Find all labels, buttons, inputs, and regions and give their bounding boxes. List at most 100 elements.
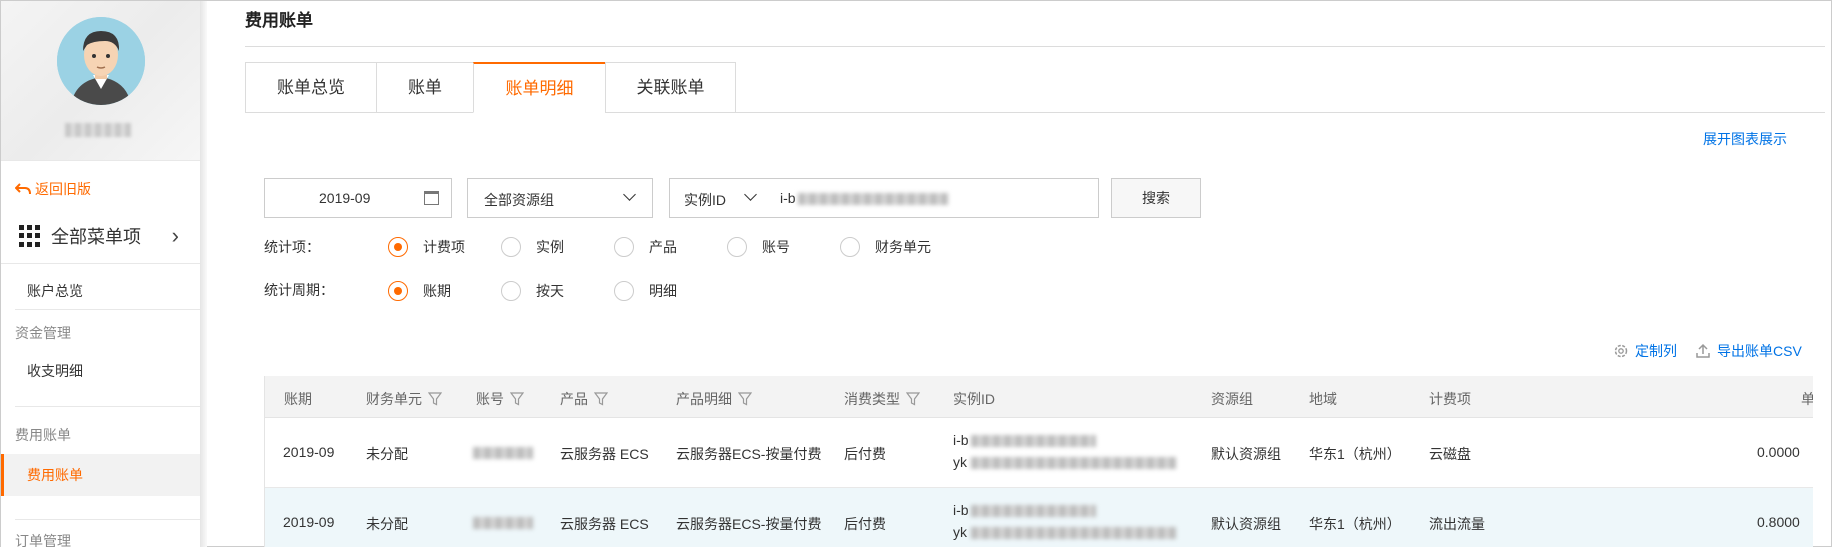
column-header-unit-price[interactable]: 单 <box>1801 389 1813 409</box>
filter-funnel-icon[interactable] <box>738 392 752 406</box>
cell-unit-price: 0.8000 <box>1757 514 1800 530</box>
radio-period-daily[interactable]: 按天 <box>501 281 564 301</box>
resource-group-value: 全部资源组 <box>484 192 554 208</box>
radio-circle <box>840 237 860 257</box>
tab-bill-overview[interactable]: 账单总览 <box>245 62 376 113</box>
export-csv-label: 导出账单CSV <box>1717 343 1802 359</box>
chevron-down-icon <box>744 188 757 201</box>
radio-label: 产品 <box>649 239 677 255</box>
radio-circle <box>501 281 521 301</box>
sidebar-item-billing[interactable]: 费用账单 <box>1 454 200 496</box>
cell-instance-name-redacted <box>971 527 1176 539</box>
stat-period-label: 统计周期： <box>264 282 334 298</box>
cell-period: 2019-09 <box>283 514 335 530</box>
radio-circle <box>614 237 634 257</box>
instance-field-select-label[interactable]: 实例ID <box>684 190 726 210</box>
gear-icon <box>1614 344 1628 358</box>
calendar-icon <box>424 191 439 205</box>
column-header-product[interactable]: 产品 <box>560 389 608 409</box>
table-row[interactable]: 2019-09 未分配 云服务器 ECS 云服务器ECS-按量付费 后付费 i-… <box>265 488 1813 547</box>
main-content: 费用账单 账单总览 账单 账单明细 关联账单 展开图表展示 2019-09 全部… <box>207 1 1832 547</box>
cell-instance-id-line1: i-b <box>953 432 969 448</box>
radio-finance-unit[interactable]: 财务单元 <box>840 237 931 257</box>
radio-circle <box>388 237 408 257</box>
upload-icon <box>1696 343 1710 358</box>
instance-id-search[interactable]: 实例ID i-b <box>669 178 1099 218</box>
filter-funnel-icon[interactable] <box>906 392 920 406</box>
radio-label: 计费项 <box>423 239 465 255</box>
radio-period-billing-cycle[interactable]: 账期 <box>388 281 451 301</box>
back-to-old-version-link[interactable]: 返回旧版 <box>15 179 91 199</box>
column-header-region[interactable]: 地域 <box>1309 389 1337 409</box>
cell-instance-id-redacted <box>971 505 1096 517</box>
radio-period-detail[interactable]: 明细 <box>614 281 677 301</box>
tab-bar: 账单总览 账单 账单明细 关联账单 <box>245 62 736 113</box>
cell-instance-id-redacted <box>971 435 1096 447</box>
grid-menu-icon <box>19 225 41 247</box>
filter-funnel-icon[interactable] <box>594 392 608 406</box>
tabs-baseline <box>736 112 1825 113</box>
all-menu-label: 全部菜单项 <box>51 227 141 247</box>
customize-columns-label: 定制列 <box>1635 343 1677 359</box>
column-header-product-detail[interactable]: 产品明细 <box>676 389 752 409</box>
radio-circle <box>727 237 747 257</box>
radio-label: 明细 <box>649 283 677 299</box>
undo-arrow-icon <box>15 183 31 195</box>
column-header-resource-group[interactable]: 资源组 <box>1211 389 1253 409</box>
stat-items-label: 统计项： <box>264 239 320 255</box>
tab-bill[interactable]: 账单 <box>376 62 473 113</box>
column-header-consume-type[interactable]: 消费类型 <box>844 389 920 409</box>
customize-columns-button[interactable]: 定制列 <box>1613 341 1677 361</box>
table-header: 账期 财务单元 账号 产品 产品明细 消费类型 实例ID 资源组 地域 计费项 … <box>265 376 1813 418</box>
page-title: 费用账单 <box>245 11 313 30</box>
cell-finance-unit: 未分配 <box>366 516 408 532</box>
radio-circle <box>614 281 634 301</box>
sidebar: 返回旧版 全部菜单项 › 账户总览 资金管理 收支明细 费用账单 费用账单 订单… <box>1 1 201 547</box>
instance-id-redacted <box>798 193 948 205</box>
column-header-billing-item[interactable]: 计费项 <box>1429 389 1471 409</box>
back-link-label: 返回旧版 <box>35 181 91 197</box>
menu-divider <box>15 406 200 407</box>
chevron-down-icon <box>623 188 636 201</box>
chevron-right-icon: › <box>171 223 179 248</box>
radio-product[interactable]: 产品 <box>614 237 677 257</box>
table-row[interactable]: 2019-09 未分配 云服务器 ECS 云服务器ECS-按量付费 后付费 i-… <box>265 418 1813 488</box>
column-header-period[interactable]: 账期 <box>284 389 312 409</box>
all-menu-button[interactable]: 全部菜单项 › <box>15 221 200 251</box>
radio-circle <box>388 281 408 301</box>
search-button[interactable]: 搜索 <box>1111 178 1201 218</box>
tab-bill-details[interactable]: 账单明细 <box>473 62 605 113</box>
cell-instance-name-line2: yk <box>953 524 967 540</box>
radio-instance[interactable]: 实例 <box>501 237 564 257</box>
cell-product: 云服务器 ECS <box>560 516 649 532</box>
column-header-account[interactable]: 账号 <box>476 389 524 409</box>
sidebar-group-billing: 费用账单 <box>15 427 71 443</box>
date-value: 2019-09 <box>319 190 371 206</box>
cell-region: 华东1（杭州） <box>1309 516 1401 532</box>
expand-chart-link[interactable]: 展开图表展示 <box>1703 129 1787 149</box>
cell-account-redacted <box>473 447 533 459</box>
bill-period-date-picker[interactable]: 2019-09 <box>264 178 452 218</box>
avatar[interactable] <box>57 17 145 105</box>
radio-account[interactable]: 账号 <box>727 237 790 257</box>
column-header-finance-unit[interactable]: 财务单元 <box>366 389 442 409</box>
title-divider <box>245 46 1825 47</box>
radio-label: 财务单元 <box>875 239 931 255</box>
sidebar-item-income-expense[interactable]: 收支明细 <box>27 361 83 381</box>
cell-consume-type: 后付费 <box>844 516 886 532</box>
cell-instance-name-line2: yk <box>953 454 967 470</box>
radio-label: 账期 <box>423 283 451 299</box>
filter-funnel-icon[interactable] <box>510 392 524 406</box>
resource-group-select[interactable]: 全部资源组 <box>467 178 653 218</box>
radio-billing-item[interactable]: 计费项 <box>388 237 465 257</box>
cell-instance-id-line1: i-b <box>953 502 969 518</box>
tab-linked-bills[interactable]: 关联账单 <box>605 62 736 113</box>
radio-circle <box>501 237 521 257</box>
column-header-instance-id[interactable]: 实例ID <box>953 389 995 409</box>
export-csv-button[interactable]: 导出账单CSV <box>1695 341 1802 361</box>
filter-funnel-icon[interactable] <box>428 392 442 406</box>
cell-finance-unit: 未分配 <box>366 446 408 462</box>
sidebar-item-account-overview[interactable]: 账户总览 <box>27 281 83 301</box>
cell-billing-item: 云磁盘 <box>1429 446 1471 462</box>
cell-product-detail: 云服务器ECS-按量付费 <box>676 446 822 462</box>
